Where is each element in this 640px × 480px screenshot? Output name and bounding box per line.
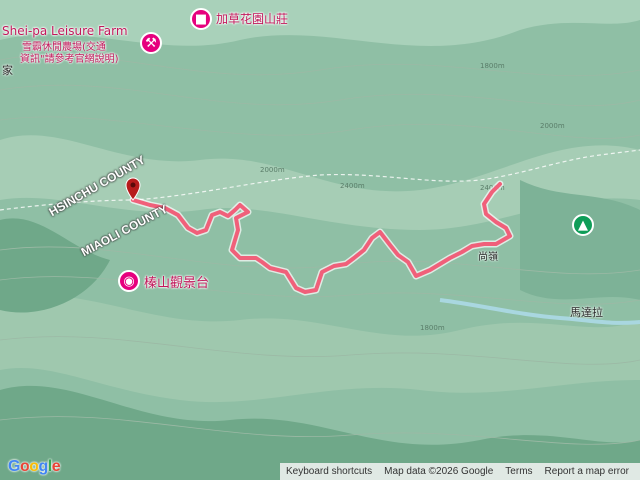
contour-label: 1800m bbox=[480, 62, 505, 70]
tree-icon[interactable]: ▲ bbox=[572, 214, 594, 236]
map-footer: Keyboard shortcuts Map data ©2026 Google… bbox=[280, 463, 640, 480]
camera-icon[interactable]: ◉ bbox=[118, 270, 140, 292]
terms-link[interactable]: Terms bbox=[499, 466, 538, 477]
keyboard-shortcuts-link[interactable]: Keyboard shortcuts bbox=[280, 466, 378, 477]
poi-label-farm-en[interactable]: Shei-pa Leisure Farm bbox=[2, 24, 128, 38]
contour-label: 2000m bbox=[260, 166, 285, 174]
label-peak: 馬達拉 bbox=[570, 306, 603, 319]
poi-label-viewpoint[interactable]: 榛山觀景台 bbox=[144, 272, 209, 291]
contour-label: 2000m bbox=[540, 122, 565, 130]
poi-label-villa[interactable]: 加草花園山莊 bbox=[216, 10, 288, 27]
poi-label-farm-zh2[interactable]: 資訊"請參考官網說明) bbox=[20, 50, 119, 65]
hotel-icon[interactable]: ■ bbox=[190, 8, 212, 30]
contour-label: 2400m bbox=[340, 182, 365, 190]
contour-label: 1800m bbox=[420, 324, 445, 332]
map-data-text: Map data ©2026 Google bbox=[384, 466, 494, 477]
label-edge: 家 bbox=[2, 64, 13, 77]
label-summit: 尚嶺 bbox=[478, 252, 498, 263]
report-error-link[interactable]: Report a map error bbox=[539, 466, 635, 477]
hiking-icon[interactable]: ⚒ bbox=[140, 32, 162, 54]
google-logo[interactable]: Google bbox=[8, 458, 61, 476]
